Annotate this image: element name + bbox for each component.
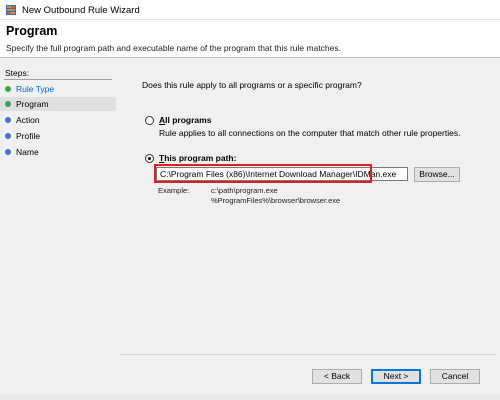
step-status-dot [5,101,11,107]
steps-heading: Steps: [5,68,30,78]
next-button[interactable]: Next > [371,369,421,384]
step-profile: Profile [0,129,116,143]
step-label: Rule Type [16,84,55,94]
page-subtitle: Specify the full program path and execut… [6,43,341,53]
step-rule-type[interactable]: Rule Type [0,82,116,96]
this-program-radio[interactable] [145,154,154,163]
all-programs-label[interactable]: All programs [159,115,211,125]
main-panel: Does this rule apply to all programs or … [120,58,500,400]
example-label: Example: [158,186,190,195]
steps-divider [4,79,112,80]
content-area: Steps: Rule Type Program Action Profile … [0,58,500,400]
firewall-icon [6,5,16,15]
back-button[interactable]: < Back [312,369,362,384]
radio-selected-dot [148,157,151,160]
label-text: ll programs [165,115,212,125]
browse-button[interactable]: Browse... [414,167,460,182]
steps-panel: Steps: Rule Type Program Action Profile … [0,58,116,400]
label-text: his program path: [164,153,237,163]
all-programs-radio[interactable] [145,116,154,125]
step-status-dot [5,86,11,92]
step-status-dot [5,149,11,155]
step-label: Action [16,115,40,125]
window-title: New Outbound Rule Wizard [22,5,140,16]
title-bar: New Outbound Rule Wizard [0,0,500,20]
step-status-dot [5,117,11,123]
this-program-label[interactable]: This program path: [159,153,236,163]
example-line: c:\path\program.exe [211,186,278,195]
page-title: Program [6,24,58,38]
bottom-edge [0,394,500,400]
step-action: Action [0,113,116,127]
step-program: Program [0,97,116,111]
step-label: Name [16,147,39,157]
all-programs-description: Rule applies to all connections on the c… [159,128,461,138]
step-name: Name [0,145,116,159]
step-label: Profile [16,131,41,141]
wizard-header: Program Specify the full program path an… [0,20,500,58]
question-text: Does this rule apply to all programs or … [142,80,362,90]
example-line: %ProgramFiles%\browser\browser.exe [211,196,341,205]
footer-divider [120,354,496,355]
step-label: Program [16,99,49,109]
cancel-button[interactable]: Cancel [430,369,480,384]
step-status-dot [5,133,11,139]
program-path-input[interactable] [156,167,408,181]
